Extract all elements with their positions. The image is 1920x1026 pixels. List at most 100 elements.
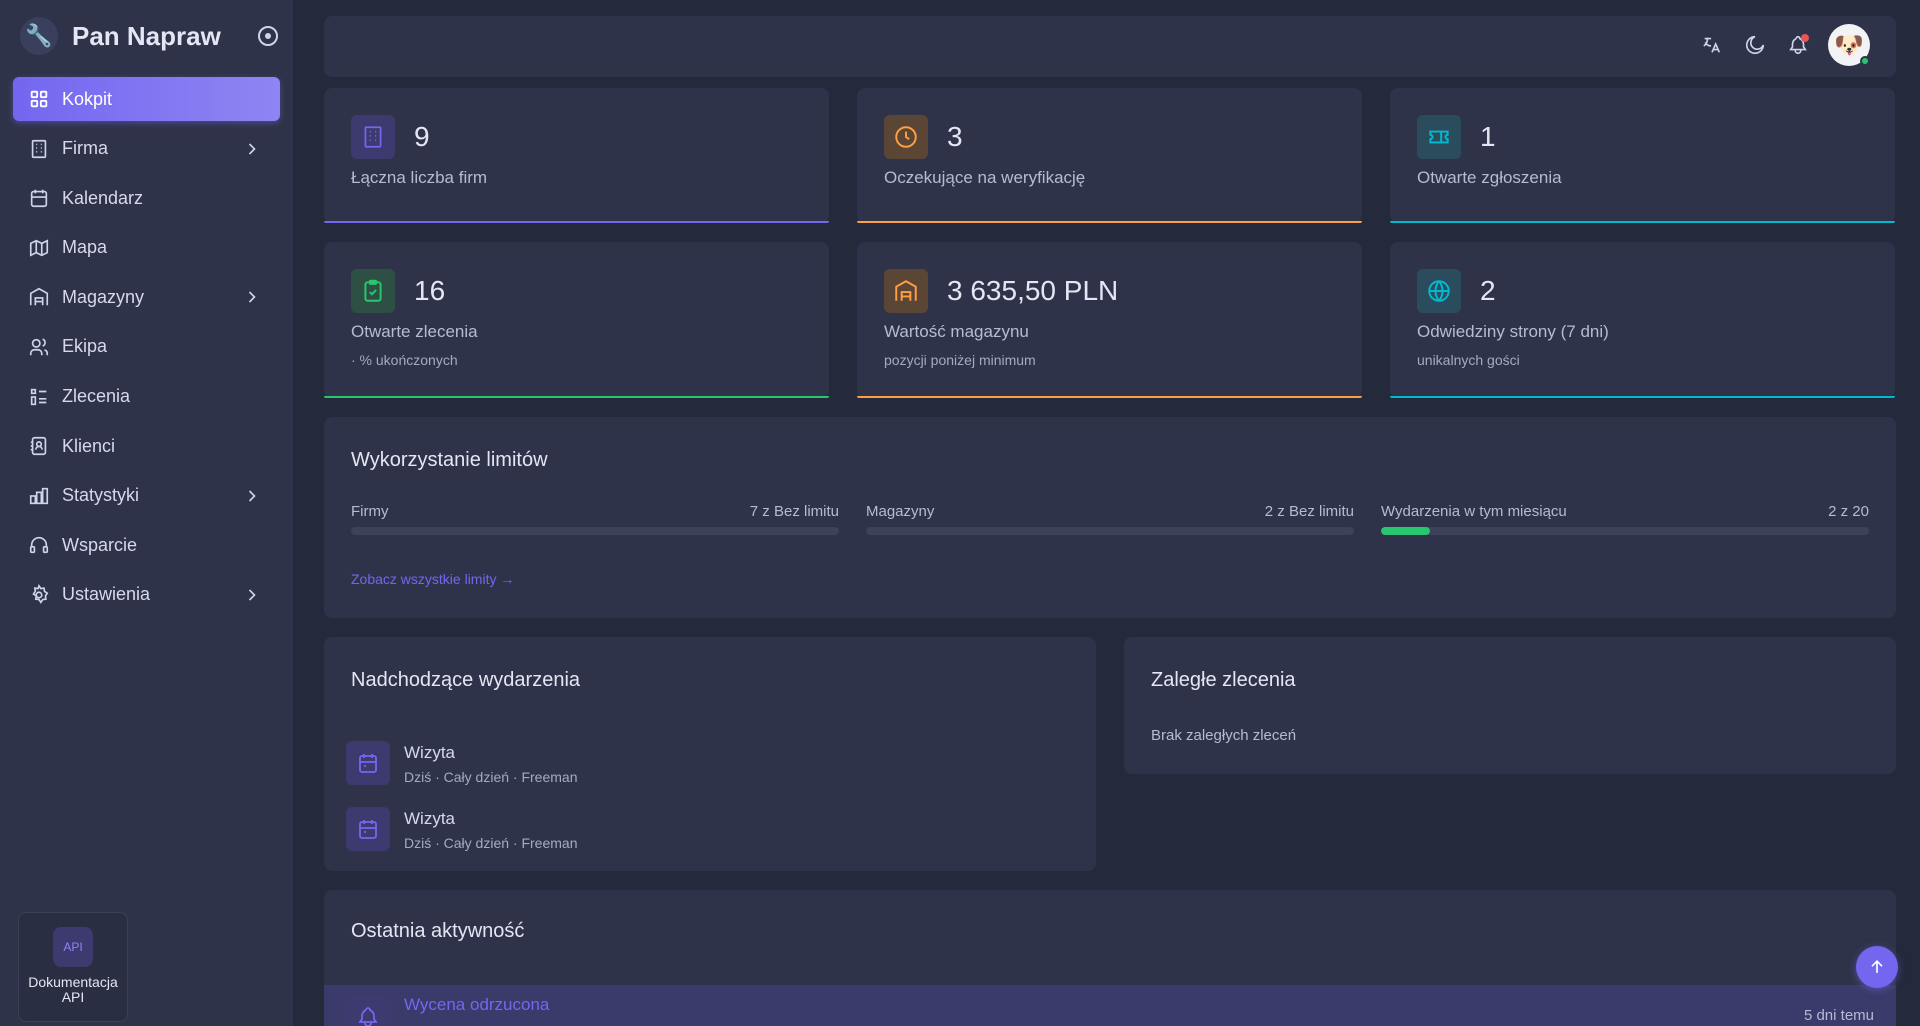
bell-icon[interactable] — [1786, 33, 1810, 57]
stat-label: Oczekujące na weryfikację — [884, 168, 1086, 187]
bell-icon — [346, 995, 390, 1026]
online-status-dot — [1860, 56, 1870, 66]
stat-label: Otwarte zlecenia — [351, 322, 478, 341]
sidebar-item-wsparcie[interactable]: Wsparcie — [13, 523, 280, 567]
users-icon — [28, 336, 50, 358]
sidebar-item-label: Kokpit — [62, 88, 113, 109]
sidebar-item-label: Mapa — [62, 237, 108, 258]
limits-title: Wykorzystanie limitów — [351, 449, 548, 471]
sidebar-item-klienci[interactable]: Klienci — [13, 424, 280, 468]
stat-card-firms: 9 Łączna liczba firm — [324, 88, 829, 223]
overdue-title: Zaległe zlecenia — [1151, 669, 1296, 691]
limit-progress-track — [1381, 527, 1869, 535]
sidebar-item-magazyny[interactable]: Magazyny — [13, 275, 280, 319]
stat-accent-bar — [324, 396, 829, 398]
stat-value: 9 — [414, 121, 430, 152]
dog-avatar-icon: 🐶 — [1834, 31, 1864, 59]
sidebar-item-statystyki[interactable]: Statystyki — [13, 474, 280, 518]
address-book-icon — [28, 435, 50, 457]
stat-card-pending: 3 Oczekujące na weryfikację — [857, 88, 1362, 223]
sidebar-item-label: Statystyki — [62, 485, 140, 506]
sidebar-item-label: Zlecenia — [62, 386, 131, 407]
calendar-icon — [28, 187, 50, 209]
sidebar-item-label: Ekipa — [62, 336, 108, 357]
sidebar-item-ustawienia[interactable]: Ustawienia — [13, 573, 280, 617]
limit-progress-fill — [1381, 527, 1430, 535]
overdue-card: Zaległe zlecenia Brak zaległych zleceń — [1124, 637, 1896, 774]
sidebar-item-label: Firma — [62, 138, 108, 159]
sidebar-item-firma[interactable]: Firma — [13, 127, 280, 171]
sidebar: 🔧 Pan Napraw Kokpit Firma Kalendarz Mapa… — [0, 0, 293, 1026]
topbar-icons: 🐶 — [1681, 24, 1870, 66]
chevron-right-icon — [248, 589, 256, 601]
moon-icon[interactable] — [1743, 33, 1767, 57]
calendar-icon — [346, 741, 390, 785]
sidebar-item-kokpit[interactable]: Kokpit — [13, 77, 280, 121]
stat-value: 3 — [947, 121, 963, 152]
scroll-to-top-button[interactable] — [1856, 946, 1898, 988]
stat-value: 1 — [1480, 121, 1496, 152]
limit-events: Wydarzenia w tym miesiącu 2 z 20 — [1381, 503, 1869, 535]
api-badge: API — [53, 927, 93, 967]
limit-progress-track — [866, 527, 1354, 535]
activity-card: Ostatnia aktywność Wycena odrzucona 5 dn… — [324, 890, 1896, 1026]
building-icon — [351, 115, 395, 159]
activity-title: Ostatnia aktywność — [351, 920, 525, 942]
tasks-icon — [28, 386, 50, 408]
event-item[interactable]: Wizyta Dziś · Cały dzień · Freeman — [346, 807, 1046, 853]
stat-sublabel: · % ukończonych — [351, 352, 458, 368]
stat-card-warehouse: 3 635,50 PLN Wartość magazynu pozycji po… — [857, 242, 1362, 398]
sidebar-item-label: Klienci — [62, 435, 116, 456]
topbar: 🐶 — [324, 16, 1896, 77]
clock-icon — [884, 115, 928, 159]
clipboard-icon — [351, 269, 395, 313]
chevron-right-icon — [248, 291, 256, 303]
sidebar-item-ekipa[interactable]: Ekipa — [13, 325, 280, 369]
api-docs-label-line2: API — [61, 989, 85, 1005]
events-card: Nadchodzące wydarzenia Wizyta Dziś · Cał… — [324, 637, 1096, 871]
stat-value: 2 — [1480, 275, 1496, 306]
see-all-limits-link[interactable]: Zobacz wszystkie limity → — [351, 571, 514, 587]
stat-card-visits: 2 Odwiedziny strony (7 dni) unikalnych g… — [1390, 242, 1895, 398]
limit-name: Wydarzenia w tym miesiącu — [1381, 503, 1567, 520]
globe-icon — [1417, 269, 1461, 313]
translate-icon[interactable] — [1700, 33, 1724, 57]
sidebar-item-kalendarz[interactable]: Kalendarz — [13, 176, 280, 220]
sidebar-toggle-icon[interactable] — [258, 26, 278, 46]
sidebar-item-mapa[interactable]: Mapa — [13, 226, 280, 270]
stat-value: 16 — [414, 275, 446, 306]
event-title: Wizyta — [404, 743, 455, 762]
warehouse-icon — [28, 286, 50, 308]
headset-icon — [28, 534, 50, 556]
brand[interactable]: 🔧 Pan Napraw — [20, 16, 280, 56]
stat-accent-bar — [324, 221, 829, 223]
stat-accent-bar — [857, 221, 1362, 223]
building-icon — [28, 138, 50, 160]
stat-value: 3 635,50 PLN — [947, 275, 1119, 306]
event-title: Wizyta — [404, 809, 455, 828]
brand-name: Pan Napraw — [72, 20, 221, 51]
limit-progress-track — [351, 527, 839, 535]
sidebar-item-label: Kalendarz — [62, 187, 144, 208]
sidebar-item-zlecenia[interactable]: Zlecenia — [13, 375, 280, 419]
overdue-empty-message: Brak zaległych zleceń — [1151, 727, 1297, 744]
arrow-up-icon — [1871, 959, 1883, 973]
avatar[interactable]: 🐶 — [1828, 24, 1870, 66]
sidebar-item-label: Magazyny — [62, 286, 145, 307]
event-meta: Dziś · Cały dzień · Freeman — [404, 835, 578, 851]
ticket-icon — [1417, 115, 1461, 159]
event-item[interactable]: Wizyta Dziś · Cały dzień · Freeman — [346, 741, 1046, 787]
event-meta: Dziś · Cały dzień · Freeman — [404, 769, 578, 785]
limit-value: 7 z Bez limitu — [749, 503, 839, 520]
chart-bar-icon — [28, 485, 50, 507]
map-icon — [28, 237, 50, 259]
stat-accent-bar — [857, 396, 1362, 398]
stat-label: Otwarte zgłoszenia — [1417, 168, 1562, 187]
activity-item[interactable]: Wycena odrzucona 5 dni temu — [324, 985, 1896, 1026]
stat-sublabel: unikalnych gości — [1417, 352, 1520, 368]
activity-title-text: Wycena odrzucona — [404, 995, 550, 1014]
dashboard-icon — [28, 88, 50, 110]
limit-value: 2 z 20 — [1828, 503, 1869, 520]
api-docs-card[interactable]: API Dokumentacja API — [18, 912, 128, 1022]
activity-time: 5 dni temu — [1803, 1007, 1874, 1024]
